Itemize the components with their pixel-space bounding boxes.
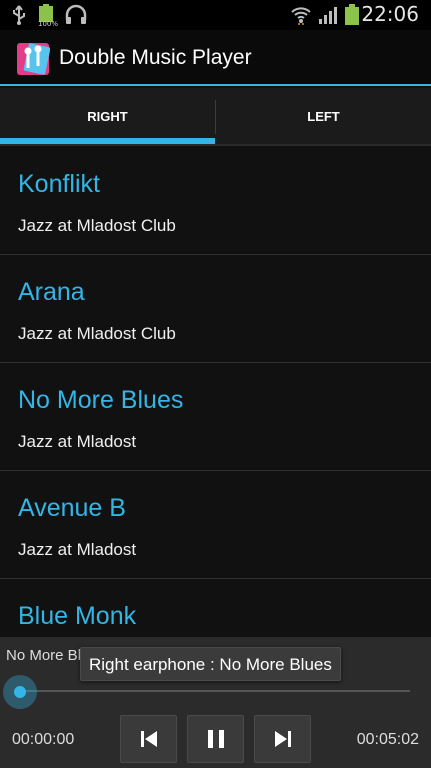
player-panel: No More Blues Right earphone : No More B… bbox=[0, 637, 431, 768]
seek-bar-thumb[interactable] bbox=[3, 675, 37, 709]
toast-message: Right earphone : No More Blues bbox=[80, 647, 341, 681]
next-button[interactable] bbox=[254, 715, 311, 763]
usb-icon bbox=[8, 4, 30, 30]
pause-button[interactable] bbox=[187, 715, 244, 763]
track-title: No More Blues bbox=[18, 386, 184, 414]
track-list-item[interactable]: Konflikt Jazz at Mladost Club bbox=[0, 148, 431, 255]
track-title: Konflikt bbox=[18, 170, 100, 198]
earphones-app-icon bbox=[16, 42, 51, 76]
track-list-item[interactable]: Blue Monk bbox=[0, 580, 431, 638]
track-album: Jazz at Mladost Club bbox=[18, 216, 176, 235]
headset-icon bbox=[64, 4, 88, 30]
seek-bar-track[interactable] bbox=[20, 690, 410, 692]
wifi-icon bbox=[290, 4, 312, 30]
track-list-item[interactable]: Avenue B Jazz at Mladost bbox=[0, 472, 431, 579]
tab-left[interactable]: LEFT bbox=[216, 88, 431, 146]
previous-button[interactable] bbox=[120, 715, 177, 763]
track-title: Avenue B bbox=[18, 494, 126, 522]
battery-icon bbox=[344, 4, 360, 30]
track-album: Jazz at Mladost bbox=[18, 540, 137, 559]
track-list-item[interactable]: No More Blues Jazz at Mladost bbox=[0, 364, 431, 471]
status-clock: 22:06 bbox=[361, 2, 419, 26]
track-list-item[interactable]: Arana Jazz at Mladost Club bbox=[0, 256, 431, 363]
track-title: Arana bbox=[18, 278, 85, 306]
track-album: Jazz at Mladost bbox=[18, 432, 137, 451]
status-bar: 100% 22:06 bbox=[0, 0, 431, 30]
track-album: Jazz at Mladost Club bbox=[18, 324, 176, 343]
now-playing-title: No More Blues bbox=[6, 647, 86, 664]
total-time: 00:05:02 bbox=[356, 731, 419, 748]
track-title: Blue Monk bbox=[18, 602, 137, 630]
action-bar: Double Music Player bbox=[0, 30, 431, 86]
tab-underline bbox=[0, 144, 431, 146]
signal-icon bbox=[318, 4, 340, 30]
app-title: Double Music Player bbox=[59, 46, 252, 69]
track-list[interactable]: Konflikt Jazz at Mladost Club Arana Jazz… bbox=[0, 148, 431, 638]
battery-percent-label: 100% bbox=[38, 20, 59, 28]
elapsed-time: 00:00:00 bbox=[12, 731, 75, 748]
